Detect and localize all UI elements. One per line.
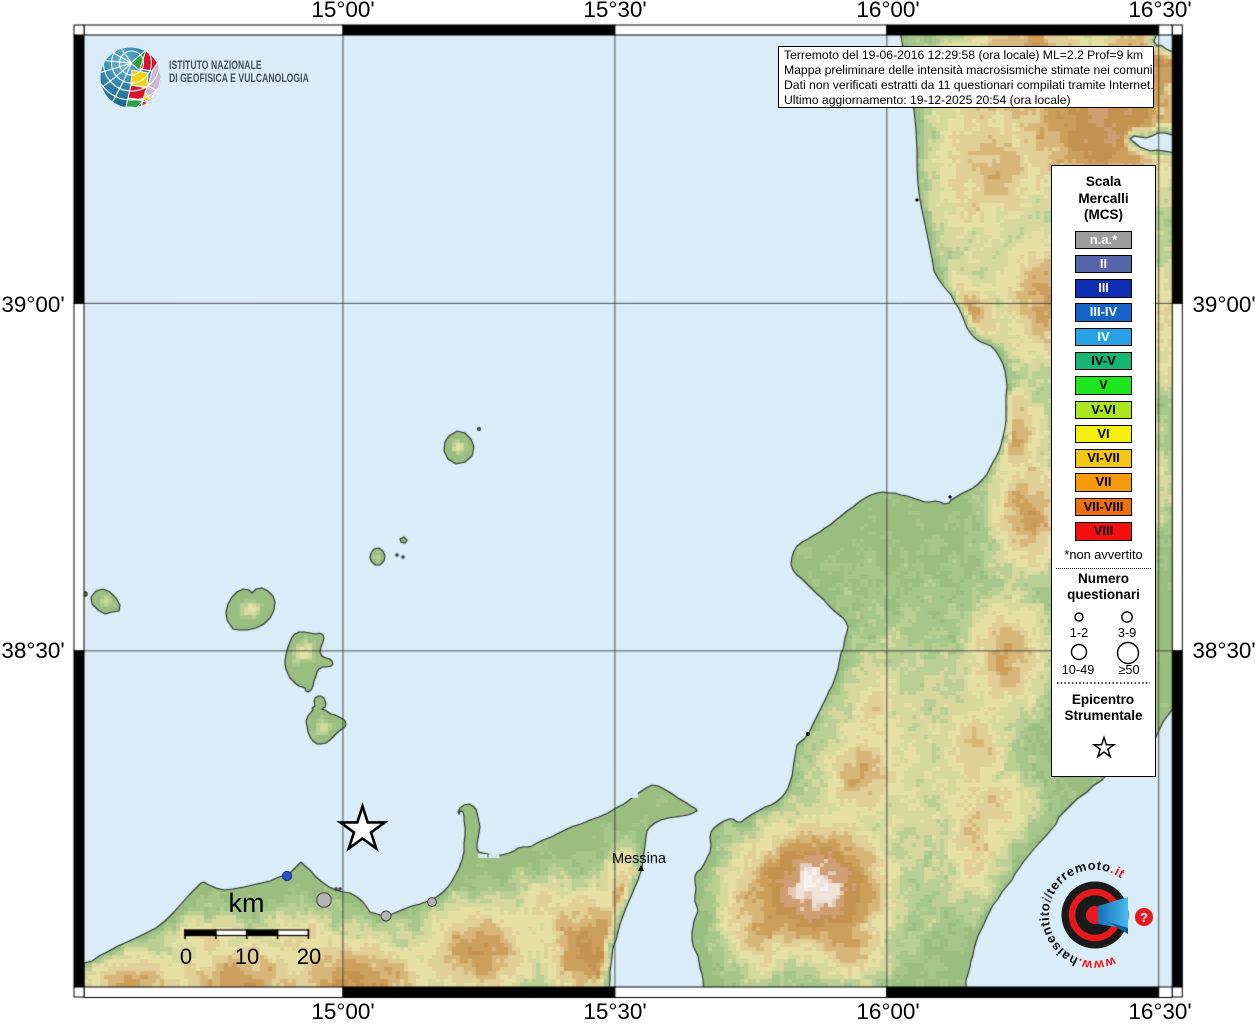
svg-text:?: ?	[1140, 910, 1148, 925]
svg-text:10-49: 10-49	[1062, 662, 1095, 677]
svg-text:≥50: ≥50	[1118, 662, 1139, 677]
svg-text:1-2: 1-2	[1070, 625, 1089, 640]
svg-text:3-9: 3-9	[1118, 625, 1137, 640]
svg-text:Epicentro: Epicentro	[1072, 692, 1134, 707]
